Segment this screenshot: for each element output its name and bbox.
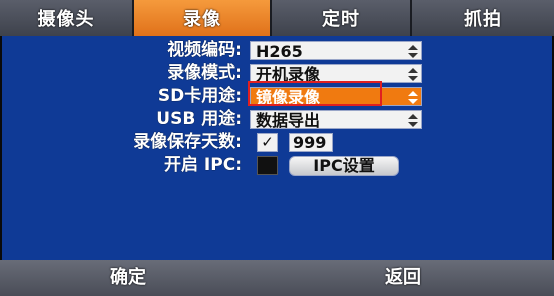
tab-bar: 摄像头 录像 定时 抓拍 <box>0 0 554 36</box>
video-encoding-row: 视频编码: H265 <box>2 39 552 61</box>
ipc-label: 开启 IPC: <box>164 155 242 175</box>
ipc-checkbox[interactable] <box>257 156 278 175</box>
retention-days-input[interactable]: 999 <box>289 133 333 152</box>
sd-usage-value: 镜像录像 <box>256 88 321 106</box>
sd-usage-select[interactable]: 镜像录像 <box>250 87 422 106</box>
retention-days-checkbox[interactable]: ✓ <box>257 133 278 152</box>
back-label: 返回 <box>385 267 421 288</box>
video-encoding-value: H265 <box>256 42 303 60</box>
up-down-arrow-icon <box>408 114 418 127</box>
back-button[interactable]: 返回 <box>385 260 421 296</box>
record-mode-select[interactable]: 开机录像 <box>250 64 422 83</box>
confirm-label: 确定 <box>110 267 146 288</box>
tab-snapshot[interactable]: 抓拍 <box>412 0 554 36</box>
video-encoding-label: 视频编码: <box>167 40 242 60</box>
settings-panel: 视频编码: H265 录像模式: 开机录像 SD卡用途: 镜像录像 USB 用途… <box>2 36 552 260</box>
ipc-settings-button[interactable]: IPC设置 <box>289 156 399 176</box>
usb-usage-select[interactable]: 数据导出 <box>250 110 422 129</box>
check-icon: ✓ <box>261 133 274 151</box>
record-mode-value: 开机录像 <box>256 65 321 83</box>
tab-label: 摄像头 <box>37 9 95 30</box>
usb-usage-row: USB 用途: 数据导出 <box>2 108 552 130</box>
tab-camera[interactable]: 摄像头 <box>0 0 134 36</box>
ipc-row: 开启 IPC: IPC设置 <box>2 154 552 176</box>
tab-schedule[interactable]: 定时 <box>272 0 412 36</box>
ipc-settings-label: IPC设置 <box>313 156 375 175</box>
video-encoding-select[interactable]: H265 <box>250 41 422 60</box>
usb-usage-value: 数据导出 <box>256 111 321 129</box>
bottom-bar: 确定 返回 <box>0 260 554 296</box>
retention-days-value: 999 <box>293 133 327 152</box>
tab-recording[interactable]: 录像 <box>134 0 270 36</box>
up-down-arrow-icon <box>408 91 418 104</box>
retention-days-row: 录像保存天数: ✓ 999 <box>2 131 552 153</box>
tab-label: 定时 <box>322 9 360 30</box>
record-mode-label: 录像模式: <box>167 63 242 83</box>
retention-days-label: 录像保存天数: <box>133 132 242 152</box>
up-down-arrow-icon <box>408 68 418 81</box>
sd-usage-row: SD卡用途: 镜像录像 <box>2 85 552 107</box>
confirm-button[interactable]: 确定 <box>110 260 146 296</box>
tab-label: 录像 <box>183 9 221 30</box>
recorder-settings-screen: 摄像头 录像 定时 抓拍 视频编码: H265 录像模式: 开机录像 SD卡用途… <box>0 0 554 296</box>
record-mode-row: 录像模式: 开机录像 <box>2 62 552 84</box>
tab-label: 抓拍 <box>464 9 502 30</box>
up-down-arrow-icon <box>408 45 418 58</box>
usb-usage-label: USB 用途: <box>156 109 242 129</box>
sd-usage-label: SD卡用途: <box>157 86 242 106</box>
